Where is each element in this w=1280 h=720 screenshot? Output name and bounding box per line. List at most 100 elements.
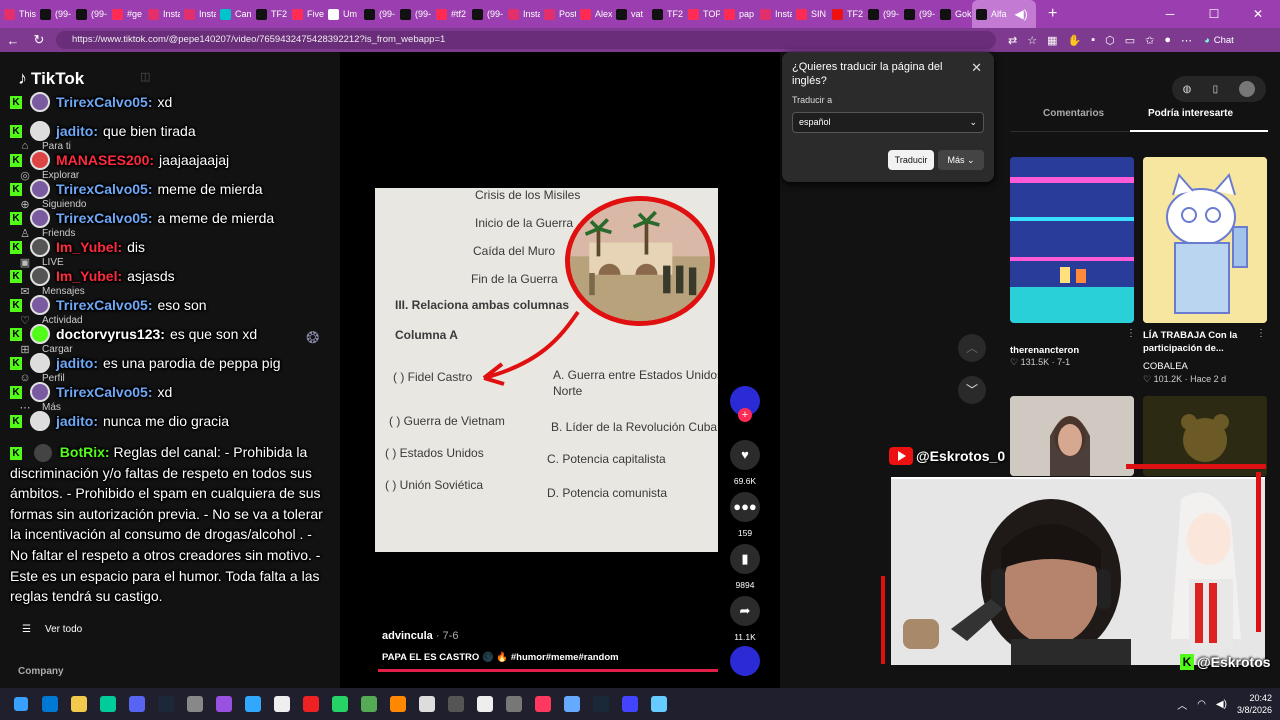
taskbar-app-icon[interactable]: [238, 688, 267, 720]
browser-tab[interactable]: Five: [288, 0, 324, 28]
extension-icon[interactable]: ✋: [1068, 34, 1082, 47]
see-all-link[interactable]: ☰ Ver todo: [22, 624, 82, 635]
profile-avatar-icon[interactable]: ●: [1164, 34, 1171, 47]
close-window-icon[interactable]: ✕: [1236, 0, 1280, 28]
taskbar-app-icon[interactable]: [93, 688, 122, 720]
taskbar-app-icon[interactable]: [267, 688, 296, 720]
copilot-chat-button[interactable]: ◕ Chat: [1204, 35, 1234, 46]
sound-disc-icon[interactable]: [730, 646, 760, 676]
browser-tab[interactable]: Alex: [576, 0, 612, 28]
browser-tab[interactable]: Insta: [180, 0, 216, 28]
extension-icon[interactable]: ▦: [1047, 34, 1057, 47]
comment-icon[interactable]: ●●●: [730, 492, 760, 522]
taskbar-app-icon[interactable]: [383, 688, 412, 720]
browser-tab[interactable]: Can: [216, 0, 252, 28]
suggested-video-title[interactable]: LÍA TRABAJA Con la participación de...: [1143, 329, 1261, 355]
chevron-up-icon[interactable]: ︿: [1177, 697, 1187, 712]
volume-icon[interactable]: ◀): [1216, 699, 1227, 710]
taskbar-app-icon[interactable]: [441, 688, 470, 720]
browser-tab[interactable]: #tf2: [432, 0, 468, 28]
browser-tab[interactable]: (99-: [36, 0, 72, 28]
clock[interactable]: 20:42 3/8/2026: [1237, 692, 1272, 716]
taskbar-app-icon[interactable]: [296, 688, 325, 720]
wifi-icon[interactable]: ◠: [1197, 699, 1206, 710]
tab-comments[interactable]: Comentarios: [1043, 108, 1104, 119]
tab-podria-interesarte[interactable]: Podría interesarte: [1148, 108, 1233, 119]
language-select[interactable]: español ⌄: [792, 112, 984, 133]
previous-video-icon[interactable]: ︿: [958, 334, 986, 362]
windows-start-icon[interactable]: [6, 688, 35, 720]
share-button[interactable]: ➦ 11.1K: [728, 596, 762, 642]
browser-tab[interactable]: TF2: [252, 0, 288, 28]
creator-avatar-button[interactable]: +: [728, 386, 762, 422]
more-options-button[interactable]: Más ⌄: [938, 150, 984, 170]
browser-tab[interactable]: Um: [324, 0, 360, 28]
taskbar-app-icon[interactable]: [528, 688, 557, 720]
save-button[interactable]: ▮ 9894: [728, 544, 762, 590]
tiktok-logo[interactable]: ♪ TikTok: [18, 68, 84, 89]
author-name[interactable]: advincula: [382, 630, 433, 642]
browser-tab[interactable]: (99-: [360, 0, 396, 28]
browser-tab[interactable]: Insta: [144, 0, 180, 28]
extension-icon[interactable]: ⬡: [1105, 34, 1115, 47]
like-button[interactable]: ♥ 69.6K: [728, 440, 762, 486]
browser-tab[interactable]: Alfa◀)✕: [972, 0, 1036, 28]
follow-plus-icon[interactable]: +: [738, 408, 752, 422]
suggested-video-thumbnail[interactable]: [1010, 396, 1134, 476]
browser-tab[interactable]: Insta: [504, 0, 540, 28]
suggested-video-author[interactable]: therenancteron: [1010, 344, 1079, 357]
menu-dots-icon[interactable]: ⋯: [1181, 34, 1192, 47]
browser-tab[interactable]: SIN: [792, 0, 828, 28]
browser-tab[interactable]: Post: [540, 0, 576, 28]
taskbar-app-icon[interactable]: [151, 688, 180, 720]
taskbar-app-icon[interactable]: [557, 688, 586, 720]
share-arrow-icon[interactable]: ➦: [730, 596, 760, 626]
back-icon[interactable]: ←: [0, 33, 26, 48]
bookmark-icon[interactable]: ▮: [730, 544, 760, 574]
browser-tab[interactable]: vat: [612, 0, 648, 28]
browser-tab[interactable]: (99-: [396, 0, 432, 28]
browser-tab[interactable]: (99-: [468, 0, 504, 28]
favorites-icon[interactable]: ✩: [1145, 34, 1154, 47]
url-field[interactable]: https://www.tiktok.com/@pepe140207/video…: [56, 31, 996, 49]
translate-icon[interactable]: ⇄: [1008, 34, 1017, 47]
next-video-icon[interactable]: ﹀: [958, 376, 986, 404]
comment-button[interactable]: ●●● 159: [728, 492, 762, 538]
video-author[interactable]: advincula · 7-6: [382, 630, 458, 642]
split-screen-icon[interactable]: ▭: [1125, 34, 1135, 47]
suggested-video-thumbnail[interactable]: [1010, 157, 1134, 323]
browser-tab[interactable]: #ge: [108, 0, 144, 28]
taskbar-app-icon[interactable]: [64, 688, 93, 720]
video-frame[interactable]: D. Potencia comunista C. Potencia capital…: [375, 188, 718, 552]
browser-tab[interactable]: This: [0, 0, 36, 28]
sound-avatar-button[interactable]: [728, 646, 762, 676]
taskbar-app-icon[interactable]: [644, 688, 673, 720]
browser-tab[interactable]: TOP: [684, 0, 720, 28]
heart-icon[interactable]: ♥: [730, 440, 760, 470]
favorite-star-icon[interactable]: ☆: [1027, 34, 1037, 47]
taskbar-app-icon[interactable]: [325, 688, 354, 720]
browser-tab[interactable]: TF2: [648, 0, 684, 28]
browser-tab[interactable]: Insta: [756, 0, 792, 28]
tab-audio-icon[interactable]: ◀): [1015, 7, 1028, 21]
browser-tab[interactable]: TF2: [828, 0, 864, 28]
maximize-icon[interactable]: ☐: [1192, 0, 1236, 28]
suggested-video-thumbnail[interactable]: [1143, 157, 1267, 323]
phone-icon[interactable]: ▯: [1213, 84, 1219, 95]
taskbar-app-icon[interactable]: [35, 688, 64, 720]
more-options-icon[interactable]: ⋮: [1256, 328, 1266, 339]
taskbar-app-icon[interactable]: [412, 688, 441, 720]
more-options-icon[interactable]: ⋮: [1126, 328, 1136, 339]
coins-icon[interactable]: ◍: [1183, 84, 1192, 95]
browser-tab[interactable]: Gok: [936, 0, 972, 28]
suggested-video-author[interactable]: COBALEA: [1143, 360, 1188, 373]
video-progress-bar[interactable]: [378, 669, 718, 672]
company-link[interactable]: Company: [18, 666, 64, 677]
reload-icon[interactable]: ↻: [26, 32, 52, 48]
taskbar-app-icon[interactable]: [122, 688, 151, 720]
browser-tab[interactable]: pap: [720, 0, 756, 28]
taskbar-app-icon[interactable]: [499, 688, 528, 720]
close-icon[interactable]: ✕: [971, 60, 982, 76]
taskbar-app-icon[interactable]: [470, 688, 499, 720]
taskbar-app-icon[interactable]: [209, 688, 238, 720]
